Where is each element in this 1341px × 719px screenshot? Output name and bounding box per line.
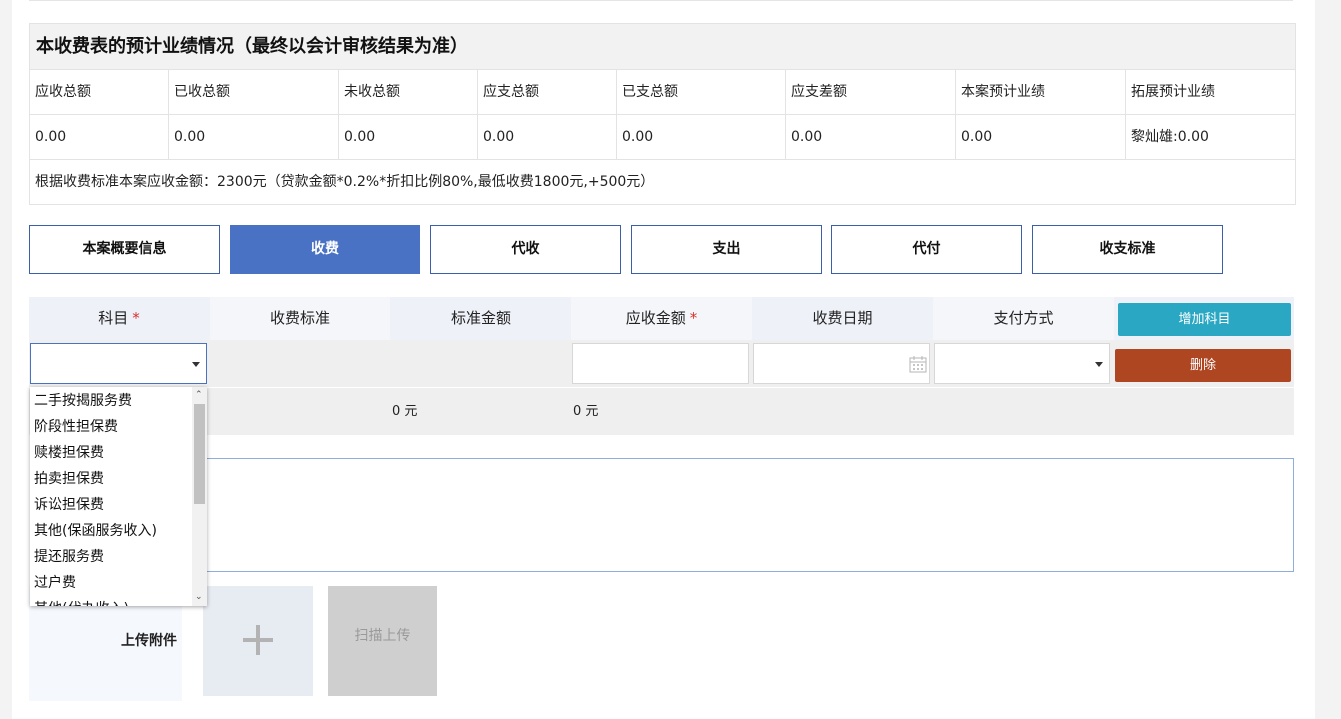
value-receivable-total: 0.00 <box>30 115 169 159</box>
delete-button[interactable]: 删除 <box>1115 349 1291 382</box>
performance-summary-table: 本收费表的预计业绩情况（最终以会计审核结果为准） 应收总额 已收总额 未收总额 … <box>29 23 1296 205</box>
subject-dropdown-list: 二手按揭服务费 阶段性担保费 赎楼担保费 拍卖担保费 诉讼担保费 其他(保函服务… <box>30 387 207 606</box>
dropdown-option[interactable]: 其他(代办收入) <box>30 596 207 606</box>
calendar-icon[interactable] <box>909 355 927 373</box>
add-subject-button[interactable]: 增加科目 <box>1118 303 1291 336</box>
chevron-up-icon[interactable]: ⌃ <box>195 390 203 400</box>
header-paid-total: 已支总额 <box>617 70 786 114</box>
dropdown-option[interactable]: 其他(保函服务收入) <box>30 518 207 544</box>
value-case-estimated-performance: 0.00 <box>956 115 1126 159</box>
remark-textarea[interactable] <box>166 458 1294 572</box>
receivable-amount-total: 0 元 <box>573 404 599 419</box>
receivable-amount-input[interactable] <box>572 343 749 384</box>
col-payment-method: 支付方式 <box>933 297 1114 340</box>
dropdown-option[interactable]: 二手按揭服务费 <box>30 388 207 414</box>
tab-expenses[interactable]: 支出 <box>631 225 822 274</box>
tab-collection[interactable]: 代收 <box>430 225 621 274</box>
scrollbar-thumb[interactable] <box>194 404 205 504</box>
upload-attachment-label: 上传附件 <box>121 633 177 649</box>
chevron-down-icon[interactable]: ⌄ <box>195 592 203 602</box>
add-attachment-button[interactable] <box>203 586 313 696</box>
summary-value-row: 0.00 0.00 0.00 0.00 0.00 0.00 0.00 黎灿雄:0… <box>30 115 1295 160</box>
subject-select[interactable] <box>30 343 207 384</box>
tab-payment-on-behalf[interactable]: 代付 <box>831 225 1022 274</box>
dropdown-option[interactable]: 诉讼担保费 <box>30 492 207 518</box>
header-expansion-estimated-performance: 拓展预计业绩 <box>1131 84 1215 100</box>
summary-title: 本收费表的预计业绩情况（最终以会计审核结果为准） <box>30 24 1295 70</box>
col-fee-date: 收费日期 <box>812 309 873 327</box>
dropdown-option[interactable]: 过户费 <box>30 570 207 596</box>
dropdown-option[interactable]: 提还服务费 <box>30 544 207 570</box>
dropdown-option[interactable]: 阶段性担保费 <box>30 414 207 440</box>
col-subject: 科目 * <box>98 309 140 327</box>
value-expansion-estimated-performance: 黎灿雄:0.00 <box>1131 129 1209 145</box>
chevron-down-icon <box>1095 362 1103 367</box>
header-received-total: 已收总额 <box>169 70 339 114</box>
required-mark: * <box>132 309 140 327</box>
fee-total-row: 0 元 0 元 <box>29 388 1294 435</box>
tab-income-expense-standard[interactable]: 收支标准 <box>1032 225 1223 274</box>
value-unreceived-total: 0.00 <box>339 115 478 159</box>
header-case-estimated-performance: 本案预计业绩 <box>956 70 1126 114</box>
chevron-down-icon <box>192 362 200 367</box>
header-payable-difference: 应支差额 <box>786 70 956 114</box>
value-payable-total: 0.00 <box>478 115 617 159</box>
dropdown-option[interactable]: 拍卖担保费 <box>30 466 207 492</box>
plus-icon-vertical <box>256 625 260 655</box>
col-fee-standard: 收费标准 <box>210 297 390 340</box>
payment-method-select[interactable] <box>934 343 1110 384</box>
header-payable-total: 应支总额 <box>478 70 617 114</box>
required-mark: * <box>689 309 698 327</box>
fee-standard-note: 根据收费标准本案应收金额：2300元（贷款金额*0.2%*折扣比例80%,最低收… <box>35 174 655 190</box>
header-receivable-total: 应收总额 <box>30 70 169 114</box>
top-divider <box>29 0 1293 1</box>
col-standard-amount: 标准金额 <box>450 309 511 327</box>
header-unreceived-total: 未收总额 <box>339 70 478 114</box>
col-receivable-amount: 应收金额 * <box>571 297 752 340</box>
dropdown-options: 二手按揭服务费 阶段性担保费 赎楼担保费 拍卖担保费 诉讼担保费 其他(保函服务… <box>30 387 207 606</box>
standard-amount-total: 0 元 <box>392 404 418 419</box>
dropdown-option[interactable]: 赎楼担保费 <box>30 440 207 466</box>
tab-case-overview[interactable]: 本案概要信息 <box>29 225 220 274</box>
fee-table-header: 科目 * 收费标准 标准金额 应收金额 * 收费日期 支付方式 <box>29 297 1294 340</box>
fee-date-input[interactable] <box>753 343 930 384</box>
value-received-total: 0.00 <box>169 115 339 159</box>
dropdown-scrollbar[interactable]: ⌃ ⌄ <box>192 387 207 606</box>
value-payable-difference: 0.00 <box>786 115 956 159</box>
summary-header-row: 应收总额 已收总额 未收总额 应支总额 已支总额 应支差额 本案预计业绩 拓展预… <box>30 70 1295 115</box>
tab-fees[interactable]: 收费 <box>230 225 420 274</box>
value-paid-total: 0.00 <box>617 115 786 159</box>
scan-upload-button[interactable]: 扫描上传 <box>328 586 437 696</box>
